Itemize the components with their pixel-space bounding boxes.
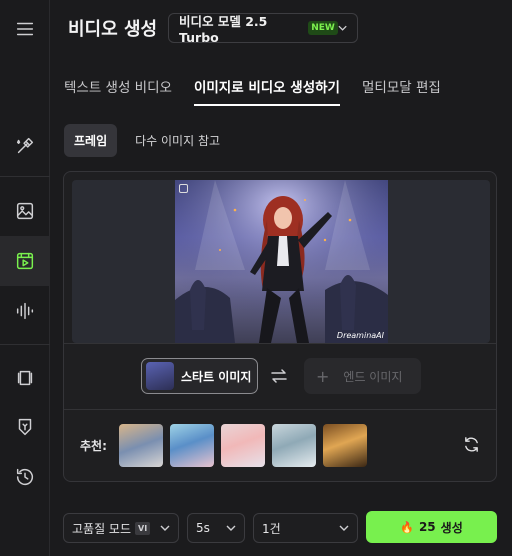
frame-panel: DreaminaAI 스타트 이미지 + 엔드 이미지 추천:: [63, 171, 497, 482]
image-icon[interactable]: [0, 186, 50, 236]
chevron-down-icon: [339, 525, 349, 531]
mode-tabs: 텍스트 생성 비디오 이미지로 비디오 생성하기 멀티모달 편집: [64, 76, 463, 106]
end-image-button[interactable]: + 엔드 이미지: [304, 358, 421, 394]
video-icon[interactable]: [0, 236, 50, 286]
vip-badge: VI: [135, 521, 151, 535]
panel-divider: [64, 343, 496, 344]
magic-brush-icon[interactable]: [0, 121, 50, 171]
count-value: 1건: [262, 521, 281, 536]
sidebar-divider: [0, 344, 50, 345]
preview-image[interactable]: DreaminaAI: [175, 180, 388, 343]
new-badge: NEW: [308, 21, 338, 35]
watermark: DreaminaAI: [336, 331, 384, 340]
recommend-label: 추천:: [80, 439, 107, 453]
generate-cost: 25: [418, 520, 436, 534]
subtab-frame[interactable]: 프레임: [64, 124, 118, 157]
start-image-button[interactable]: 스타트 이미지: [141, 358, 258, 394]
tab-text-to-video[interactable]: 텍스트 생성 비디오: [64, 76, 172, 106]
chevron-down-icon: [338, 25, 347, 31]
plus-icon: +: [316, 366, 330, 386]
recommend-thumbnail[interactable]: [272, 424, 316, 467]
page-title: 비디오 생성: [68, 19, 158, 40]
duration-value: 5s: [196, 521, 210, 535]
canvas-icon[interactable]: [0, 353, 50, 403]
recommend-thumbnail[interactable]: [221, 424, 265, 467]
sidebar-divider: [0, 176, 50, 177]
start-image-label: 스타트 이미지: [181, 369, 252, 384]
tab-multimodal-edit[interactable]: 멀티모달 편집: [362, 76, 441, 106]
count-select[interactable]: 1건: [253, 513, 358, 543]
subtab-multi-image-reference[interactable]: 다수 이미지 참고: [125, 124, 230, 157]
panel-divider: [64, 409, 496, 410]
generate-label: 생성: [440, 520, 463, 535]
generate-button[interactable]: 🔥 25 생성: [366, 511, 497, 543]
recommend-thumbnails: [119, 424, 367, 467]
end-image-label: 엔드 이미지: [343, 369, 403, 384]
sub-tabs: 프레임 다수 이미지 참고: [64, 124, 238, 157]
tab-image-to-video[interactable]: 이미지로 비디오 생성하기: [193, 76, 340, 106]
start-image-thumbnail: [146, 362, 174, 390]
recommend-thumbnail[interactable]: [323, 424, 367, 467]
image-corner-icon: [179, 184, 188, 193]
chevron-down-icon: [160, 525, 170, 531]
chevron-down-icon: [226, 525, 236, 531]
duration-select[interactable]: 5s: [187, 513, 245, 543]
model-select[interactable]: 비디오 모델 2.5 Turbo NEW: [168, 13, 358, 45]
preview-area: DreaminaAI: [72, 180, 490, 343]
quality-select[interactable]: 고품질 모드 VI: [63, 513, 179, 543]
audio-wave-icon[interactable]: [0, 286, 50, 336]
brush-icon[interactable]: [0, 402, 50, 452]
quality-value: 고품질 모드: [72, 521, 132, 536]
menu-icon[interactable]: [0, 4, 50, 54]
model-select-value: 비디오 모델 2.5 Turbo: [179, 14, 268, 45]
recommend-thumbnail[interactable]: [119, 424, 163, 467]
sidebar: [0, 0, 50, 556]
history-icon[interactable]: [0, 452, 50, 502]
credit-icon: 🔥: [400, 520, 414, 534]
swap-icon[interactable]: [270, 368, 288, 384]
recommend-thumbnail[interactable]: [170, 424, 214, 467]
refresh-icon[interactable]: [463, 436, 480, 453]
